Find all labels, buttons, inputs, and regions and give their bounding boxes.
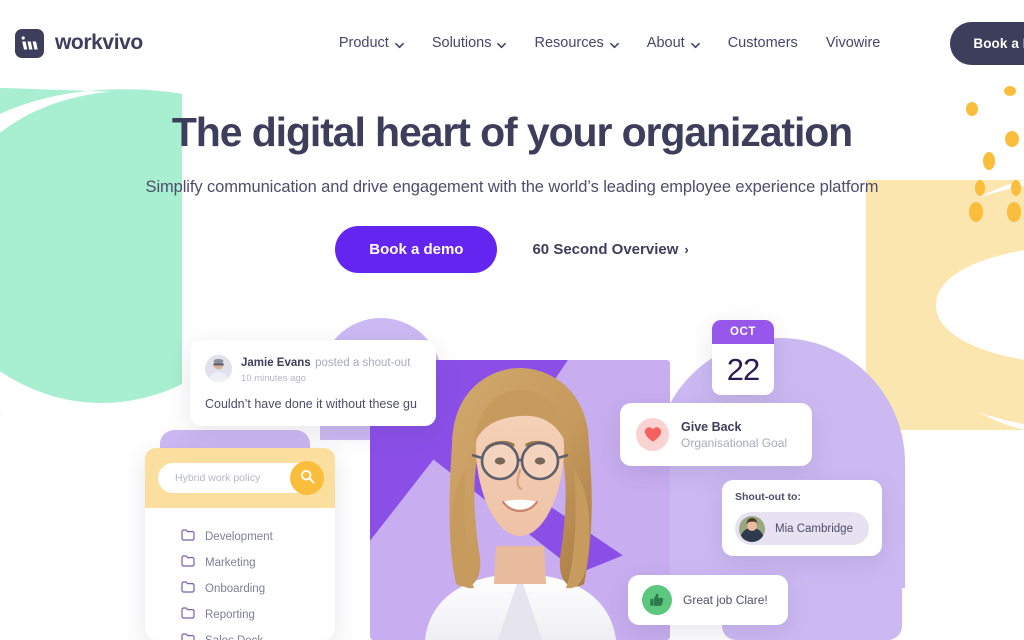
search-icon xyxy=(300,469,315,487)
nav-item-solutions[interactable]: Solutions xyxy=(432,35,507,51)
overview-link-label: 60 Second Overview xyxy=(532,240,679,258)
folder-icon xyxy=(181,528,195,546)
nav-item-about[interactable]: About xyxy=(647,35,700,51)
folder-list: Development Marketing Onboarding Reporti… xyxy=(145,508,335,640)
folder-label: Onboarding xyxy=(205,583,266,595)
top-navigation-bar: workvivo Product Solutions Resources Abo… xyxy=(0,0,1024,86)
hero-subtitle: Simplify communication and drive engagem… xyxy=(145,177,879,196)
page-title: The digital heart of your organization xyxy=(171,109,853,155)
chevron-down-icon xyxy=(609,38,619,48)
search-input[interactable] xyxy=(175,472,290,484)
search-card-header xyxy=(145,448,335,508)
nav-item-label: Resources xyxy=(534,35,604,51)
heart-icon xyxy=(636,418,669,451)
shoutout-timestamp: 10 minutes ago xyxy=(241,373,306,384)
sixty-second-overview-link[interactable]: 60 Second Overview › xyxy=(532,241,688,258)
nav-item-vivowire[interactable]: Vivowire xyxy=(826,35,881,51)
book-a-demo-hero-button[interactable]: Book a demo xyxy=(335,225,498,273)
nav-item-label: Solutions xyxy=(431,35,492,51)
document-search-card: Development Marketing Onboarding xyxy=(145,448,335,640)
avatar xyxy=(739,515,765,542)
hero-section: The digital heart of your organization S… xyxy=(0,109,1024,273)
folder-icon xyxy=(181,580,195,598)
folder-label: Marketing xyxy=(205,557,256,569)
calendar-day: 22 xyxy=(726,351,760,387)
nav-item-label: Vivowire xyxy=(825,35,881,51)
nav-item-product[interactable]: Product xyxy=(339,35,404,51)
calendar-date-card: OCT 22 xyxy=(712,320,774,395)
folder-icon xyxy=(181,606,195,624)
workvivo-logo-mark-icon xyxy=(15,28,44,58)
product-collage: Jamie Evans posted a shout-out 10 minute… xyxy=(0,300,1024,640)
nav-links: Product Solutions Resources About Custom… xyxy=(339,21,1024,65)
nav-item-customers[interactable]: Customers xyxy=(728,35,798,51)
shoutout-feed-card: Jamie Evans posted a shout-out 10 minute… xyxy=(190,340,436,426)
chevron-down-icon xyxy=(497,38,507,48)
thumbs-up-icon xyxy=(642,585,672,615)
shoutout-action: posted a shout-out xyxy=(315,357,411,369)
shoutout-body-text: Couldn’t have done it without these gu xyxy=(205,397,417,411)
folder-label: Development xyxy=(205,531,273,543)
calendar-month: OCT xyxy=(712,320,774,344)
list-item[interactable]: Sales Deck xyxy=(181,632,335,640)
avatar xyxy=(205,355,232,382)
praise-reaction-card: Great job Clare! xyxy=(628,575,788,625)
list-item[interactable]: Reporting xyxy=(181,606,335,624)
nav-item-resources[interactable]: Resources xyxy=(534,35,619,51)
shoutout-author: Jamie Evans xyxy=(241,357,311,369)
search-button[interactable] xyxy=(290,461,324,495)
recipient-name: Mia Cambridge xyxy=(775,522,853,535)
recipient-chip[interactable]: Mia Cambridge xyxy=(735,512,869,545)
praise-text: Great job Clare! xyxy=(683,593,768,607)
nav-item-label: Product xyxy=(338,35,389,51)
shoutout-recipient-card: Shout-out to: Mia Cambridge xyxy=(722,480,882,556)
list-item[interactable]: Development xyxy=(181,528,335,546)
nav-item-label: Customers xyxy=(727,35,798,51)
list-item[interactable]: Onboarding xyxy=(181,580,335,598)
shoutout-author-line: Jamie Evans posted a shout-out xyxy=(241,353,410,371)
nav-item-label: About xyxy=(646,35,685,51)
folder-icon xyxy=(181,554,195,572)
search-field-wrapper xyxy=(158,461,324,495)
folder-label: Reporting xyxy=(205,609,255,621)
shoutout-to-label: Shout-out to: xyxy=(735,491,801,503)
hero-cta-row: Book a demo 60 Second Overview › xyxy=(0,225,1024,273)
landing-page: workvivo Product Solutions Resources Abo… xyxy=(0,0,1024,640)
book-a-demo-header-button[interactable]: Book a Demo xyxy=(950,21,1024,65)
brand-logo[interactable]: workvivo xyxy=(15,28,143,58)
list-item[interactable]: Marketing xyxy=(181,554,335,572)
folder-label: Sales Deck xyxy=(205,635,263,640)
organisational-goal-card: Give Back Organisational Goal xyxy=(620,403,812,466)
folder-icon xyxy=(181,632,195,640)
chevron-down-icon xyxy=(394,38,404,48)
chevron-right-icon: › xyxy=(684,241,689,257)
goal-subtitle: Organisational Goal xyxy=(681,435,788,450)
goal-title: Give Back xyxy=(681,419,742,434)
chevron-down-icon xyxy=(690,38,700,48)
shoutout-card-header: Jamie Evans posted a shout-out 10 minute… xyxy=(205,353,421,384)
brand-name: workvivo xyxy=(55,31,143,54)
